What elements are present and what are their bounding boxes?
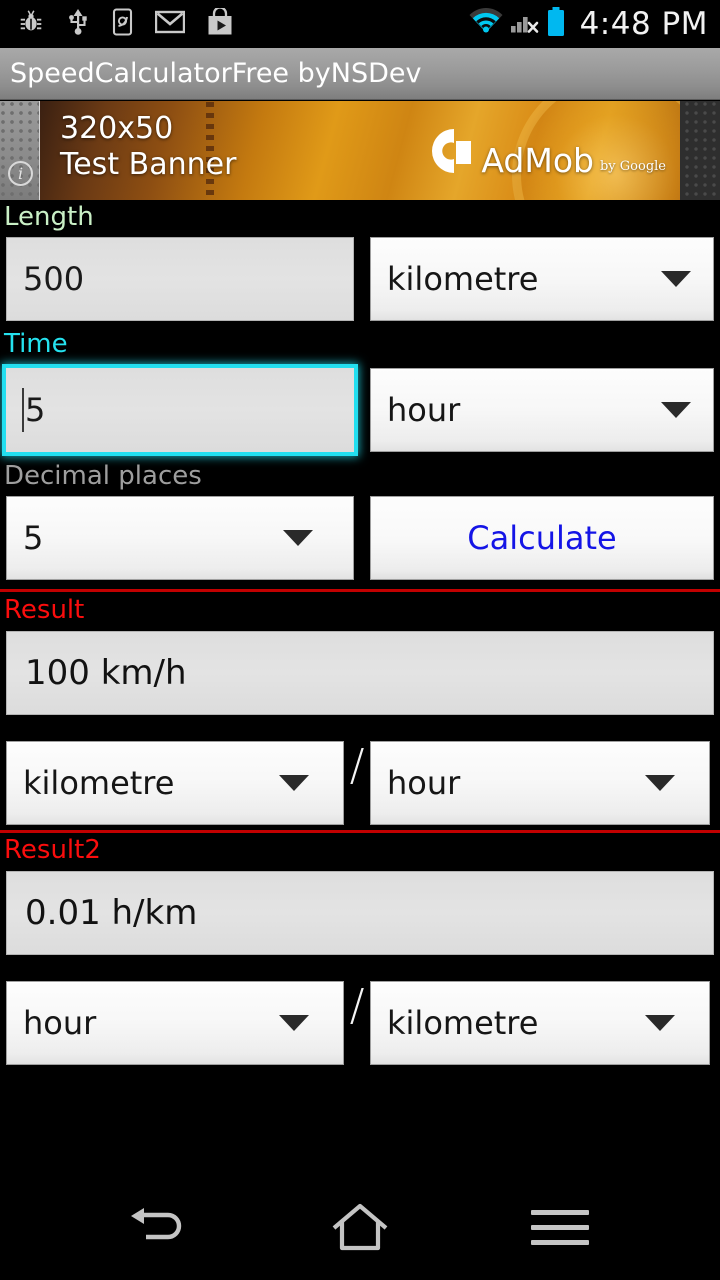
- admob-brand: AdMob by Google: [423, 125, 666, 177]
- result2-label: Result2: [4, 835, 101, 865]
- time-unit-value: hour: [387, 391, 461, 429]
- result-units-row: kilometre / hour: [0, 741, 720, 825]
- status-bar-system-icons: 4:48 PM: [468, 6, 708, 42]
- result2-denominator-unit-value: kilometre: [387, 1004, 539, 1042]
- status-bar-notification-icons: [18, 6, 468, 40]
- app-title-bar: SpeedCalculatorFree byNSDev: [0, 48, 720, 100]
- gmail-icon: [154, 10, 186, 38]
- length-row: 500 kilometre: [0, 237, 720, 321]
- menu-icon: [529, 1207, 591, 1253]
- result2-units-row: hour / kilometre: [0, 981, 720, 1065]
- status-bar-clock: 4:48 PM: [579, 5, 708, 42]
- calculator-form: Length 500 kilometre Time 5 hour Decimal…: [0, 200, 720, 1180]
- admob-by-google-label: by Google: [599, 159, 666, 174]
- cell-signal-no-sim-icon: [510, 8, 540, 40]
- text-cursor: [22, 388, 24, 432]
- time-row: 5 hour: [0, 368, 720, 452]
- menu-button[interactable]: [500, 1190, 620, 1270]
- chevron-down-icon: [661, 271, 691, 287]
- play-store-icon: [207, 6, 233, 40]
- result2-value: 0.01 h/km: [6, 871, 714, 955]
- admob-banner-ad[interactable]: i 320x50 Test Banner AdMob by Google: [0, 101, 720, 200]
- section-divider-2: [0, 830, 720, 833]
- decimal-places-spinner[interactable]: 5: [6, 496, 354, 580]
- length-label: Length: [4, 202, 94, 232]
- result-denominator-unit-spinner[interactable]: hour: [370, 741, 710, 825]
- result2-row: 0.01 h/km: [0, 871, 720, 955]
- admob-wordmark: AdMob: [481, 141, 594, 180]
- home-icon: [328, 1202, 392, 1258]
- decimal-row: 5 Calculate: [0, 496, 720, 580]
- android-navigation-bar: [0, 1180, 720, 1280]
- ad-banner-label: Test Banner: [60, 147, 237, 182]
- section-divider: [0, 589, 720, 592]
- decimal-places-value: 5: [23, 519, 44, 557]
- length-unit-value: kilometre: [387, 260, 539, 298]
- time-input-value: 5: [25, 391, 46, 429]
- screen-cast-icon: [112, 8, 133, 40]
- info-icon[interactable]: i: [8, 161, 33, 186]
- back-icon: [128, 1205, 192, 1255]
- android-screen: 4:48 PM SpeedCalculatorFree byNSDev i 32…: [0, 0, 720, 1280]
- bug-icon: [18, 9, 44, 39]
- chevron-down-icon: [645, 775, 675, 791]
- status-bar: 4:48 PM: [0, 0, 720, 48]
- result-row: 100 km/h: [0, 631, 720, 715]
- admob-logo-icon: [423, 125, 475, 177]
- result-label: Result: [4, 595, 85, 625]
- ad-size-label: 320x50: [60, 111, 174, 146]
- decimal-places-label: Decimal places: [4, 461, 202, 491]
- result2-denominator-unit-spinner[interactable]: kilometre: [370, 981, 710, 1065]
- battery-icon: [546, 6, 566, 42]
- app-title: SpeedCalculatorFree byNSDev: [10, 58, 422, 89]
- chevron-down-icon: [279, 1015, 309, 1031]
- calculate-button[interactable]: Calculate: [370, 496, 714, 580]
- result2-numerator-unit-value: hour: [23, 1004, 97, 1042]
- ad-text-block: 320x50 Test Banner: [60, 111, 236, 183]
- time-input[interactable]: 5: [6, 368, 354, 452]
- ad-info-strip: i: [0, 101, 40, 200]
- time-unit-spinner[interactable]: hour: [370, 368, 714, 452]
- length-input[interactable]: 500: [6, 237, 354, 321]
- result-numerator-unit-value: kilometre: [23, 764, 175, 802]
- chevron-down-icon: [645, 1015, 675, 1031]
- chevron-down-icon: [279, 775, 309, 791]
- length-unit-spinner[interactable]: kilometre: [370, 237, 714, 321]
- result2-numerator-unit-spinner[interactable]: hour: [6, 981, 344, 1065]
- chevron-down-icon: [283, 530, 313, 546]
- chevron-down-icon: [661, 402, 691, 418]
- home-button[interactable]: [300, 1190, 420, 1270]
- time-label: Time: [4, 329, 68, 359]
- wifi-icon: [468, 8, 504, 40]
- result-unit-separator: /: [349, 740, 365, 791]
- usb-icon: [66, 8, 90, 40]
- result-denominator-unit-value: hour: [387, 764, 461, 802]
- result2-unit-separator: /: [349, 980, 365, 1031]
- result-value: 100 km/h: [6, 631, 714, 715]
- result-numerator-unit-spinner[interactable]: kilometre: [6, 741, 344, 825]
- back-button[interactable]: [100, 1190, 220, 1270]
- ad-creative-image[interactable]: 320x50 Test Banner AdMob by Google: [40, 101, 680, 200]
